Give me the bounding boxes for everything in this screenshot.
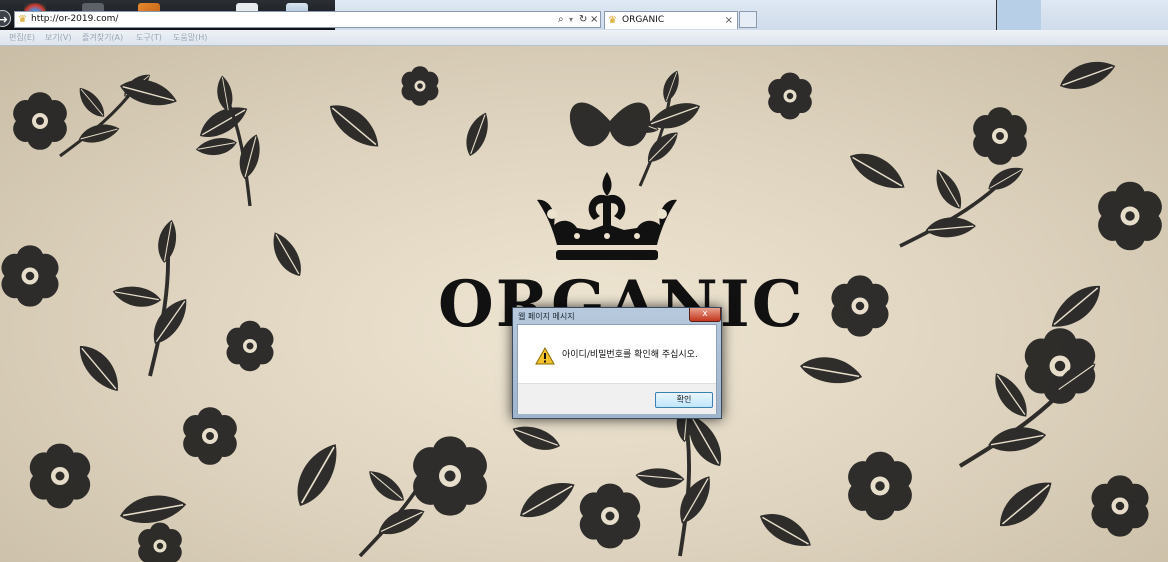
crown-favicon-icon: ♛ [608,15,617,26]
dialog-body: 아이디/비밀번호를 확인해 주십시오. 확인 [517,324,717,414]
page-content: ORGANIC [0,46,1168,562]
new-tab-button[interactable] [739,11,757,28]
crown-logo-icon [537,172,677,260]
dialog-title: 웹 페이지 메시지 [518,312,575,321]
menu-item-tools[interactable]: 도구(T) [136,30,162,45]
window-control-area [996,0,1041,30]
alert-dialog: 웹 페이지 메시지 x 아이디/비밀번호를 확인해 주십시오. 확인 [512,307,722,419]
tab-close-icon[interactable]: × [725,12,733,29]
search-icon[interactable]: ⌕ [558,12,564,27]
tab-organic[interactable]: ♛ ORGANIC × [604,11,738,29]
address-bar[interactable]: ♛ http://or-2019.com/ ⌕ ▾ ↻ × [14,11,601,28]
warning-icon [535,347,555,365]
menu-item-edit[interactable]: 편집(E) [9,30,35,45]
menu-item-help[interactable]: 도움말(H) [173,30,207,45]
menu-item-favorites[interactable]: 즐겨찾기(A) [82,30,123,45]
menu-bar: 편집(E) 보기(V) 즐겨찾기(A) 도구(T) 도움말(H) [0,30,1168,46]
refresh-icon[interactable]: ↻ [579,12,587,27]
address-url[interactable]: http://or-2019.com/ [31,12,118,27]
ok-button[interactable]: 확인 [655,392,713,408]
stop-icon[interactable]: × [590,12,598,27]
dialog-close-button[interactable]: x [689,308,721,322]
crown-favicon-icon: ♛ [18,14,27,25]
tab-title: ORGANIC [622,15,665,25]
browser-chrome: ➜ ♛ http://or-2019.com/ ⌕ ▾ ↻ × ♛ ORGANI… [0,0,1168,46]
dropdown-icon[interactable]: ▾ [569,12,573,27]
dialog-footer: 확인 [518,383,716,414]
menu-item-view[interactable]: 보기(V) [45,30,71,45]
dialog-message: 아이디/비밀번호를 확인해 주십시오. [562,350,698,360]
